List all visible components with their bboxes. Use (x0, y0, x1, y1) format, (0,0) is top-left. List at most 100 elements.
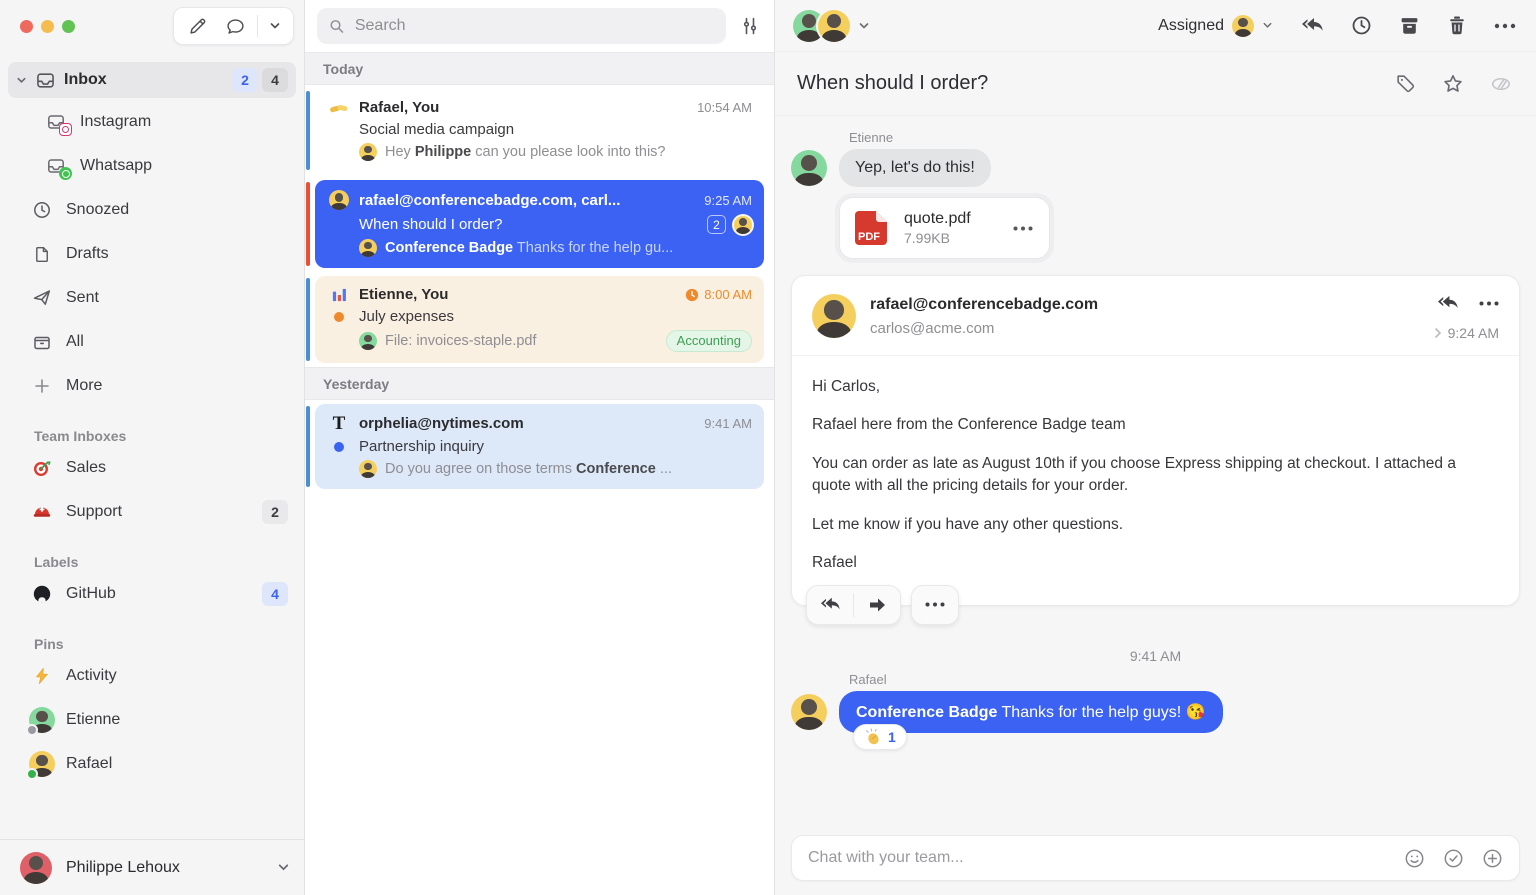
forward-button[interactable] (854, 597, 900, 613)
sidebar-item-snoozed[interactable]: Snoozed (0, 188, 304, 232)
archive-button[interactable] (1399, 15, 1420, 36)
trash-button[interactable] (1447, 15, 1467, 36)
lightning-bolt-emoji-icon (33, 667, 51, 685)
sidebar-item-activity[interactable]: Activity (0, 654, 304, 698)
email-paragraph: You can order as late as August 10th if … (812, 453, 1499, 498)
attachment-card[interactable]: PDF quote.pdf 7.99KB (839, 197, 1050, 259)
helmet-emoji-icon (32, 502, 52, 522)
list-item-social-media-campaign[interactable]: Rafael, You 10:54 AM Social media campai… (305, 85, 774, 176)
sender: Rafael, You (359, 99, 689, 116)
ellipsis-icon (1013, 226, 1033, 231)
hide-button[interactable] (1490, 73, 1512, 95)
sidebar-item-github[interactable]: GitHub 4 (0, 572, 304, 616)
label-button[interactable] (1395, 73, 1416, 94)
close-window-button[interactable] (20, 20, 33, 33)
compose-email-button[interactable] (178, 11, 216, 41)
chat-input-bar[interactable] (791, 835, 1520, 881)
reply-forward-pill (806, 585, 901, 625)
star-icon (1442, 73, 1464, 95)
sidebar-item-sales[interactable]: Sales (0, 446, 304, 490)
search-row (305, 0, 774, 52)
assigned-dropdown[interactable]: Assigned (1158, 15, 1273, 37)
instagram-logo-icon (59, 123, 72, 136)
handshake-emoji-icon (329, 100, 349, 116)
collapse-chevron-icon[interactable] (1434, 327, 1442, 339)
reply-all-button[interactable] (807, 596, 853, 614)
attachment-more-button[interactable] (1013, 226, 1033, 231)
email-body: Hi Carlos, Rafael here from the Conferen… (792, 356, 1519, 605)
new-chat-button[interactable] (216, 11, 254, 41)
sidebar-item-drafts[interactable]: Drafts (0, 232, 304, 276)
sidebar-item-label: Support (66, 503, 250, 521)
label-tag-accounting[interactable]: Accounting (666, 330, 752, 352)
participants-avatars[interactable] (793, 10, 870, 42)
search-input-container[interactable] (317, 8, 726, 44)
reply-all-icon (819, 596, 841, 614)
sidebar-item-support[interactable]: Support 2 (0, 490, 304, 534)
sliders-icon (740, 16, 760, 36)
sender: Etienne, You (359, 286, 677, 303)
snooze-button[interactable] (1351, 15, 1372, 36)
avatar-rafael (359, 460, 377, 478)
tasks-button[interactable] (1443, 848, 1464, 869)
message-timestamp: 9:41 AM (791, 648, 1520, 664)
sidebar-item-more[interactable]: More (0, 364, 304, 408)
window-titlebar (0, 0, 304, 52)
email-reply-all-button[interactable] (1436, 294, 1459, 313)
sidebar-item-rafael[interactable]: Rafael (0, 742, 304, 786)
email-more-button[interactable] (912, 602, 958, 607)
sidebar-item-sent[interactable]: Sent (0, 276, 304, 320)
add-attachment-button[interactable] (1482, 848, 1503, 869)
reply-all-button[interactable] (1300, 16, 1324, 36)
traffic-lights (20, 20, 75, 33)
emoji-button[interactable] (1404, 848, 1425, 869)
chat-input[interactable] (808, 849, 1386, 867)
email-more-pill (911, 585, 959, 625)
status-dot-away (26, 724, 38, 736)
nytimes-logo-icon: T (333, 414, 346, 433)
reply-all-icon (1436, 294, 1459, 313)
email-paragraph: Rafael (812, 552, 1499, 574)
section-title-team-inboxes: Team Inboxes (0, 428, 304, 444)
divider (257, 15, 258, 37)
time: 9:25 AM (704, 193, 752, 208)
sidebar-item-instagram[interactable]: Instagram (0, 100, 304, 144)
clock-icon (32, 200, 52, 220)
swipe-stripe (306, 278, 310, 361)
more-actions-button[interactable] (1494, 23, 1516, 29)
zoom-window-button[interactable] (62, 20, 75, 33)
sidebar-item-whatsapp[interactable]: Whatsapp (0, 144, 304, 188)
github-count-badge: 4 (262, 582, 288, 606)
sidebar-item-label: Etienne (66, 711, 288, 729)
sidebar-item-etienne[interactable]: Etienne (0, 698, 304, 742)
sidebar-item-label: Sent (66, 289, 288, 307)
preview: File: invoices-staple.pdf (385, 333, 658, 349)
filter-button[interactable] (740, 16, 760, 36)
avatar-rafael (359, 239, 377, 257)
avatar-rafael (791, 694, 827, 730)
swipe-stripe (306, 182, 310, 266)
time: 10:54 AM (697, 100, 752, 115)
list-item-partnership-inquiry[interactable]: T orphelia@nytimes.com 9:41 AM Partnersh… (305, 400, 774, 493)
search-input[interactable] (355, 17, 714, 35)
subject: July expenses (359, 308, 752, 325)
email-card: rafael@conferencebadge.com carlos@acme.c… (791, 275, 1520, 606)
email-more-button[interactable] (1479, 301, 1499, 306)
list-item-july-expenses[interactable]: Etienne, You 8:00 AM July expenses File:… (305, 272, 774, 367)
conversation-title: When should I order? (797, 72, 1395, 95)
compose-options-button[interactable] (261, 11, 289, 41)
support-count-badge: 2 (262, 500, 288, 524)
sidebar-item-all[interactable]: All (0, 320, 304, 364)
inbox-unread-badge: 2 (232, 68, 258, 92)
sidebar-item-label: Snoozed (66, 201, 288, 219)
minimize-window-button[interactable] (41, 20, 54, 33)
list-item-when-should-i-order[interactable]: rafael@conferencebadge.com, carl... 9:25… (305, 176, 774, 272)
email-header[interactable]: rafael@conferencebadge.com carlos@acme.c… (792, 276, 1519, 356)
current-user-menu[interactable]: Philippe Lehoux (0, 839, 304, 895)
star-button[interactable] (1442, 73, 1464, 95)
message-author: Rafael (849, 672, 1520, 687)
github-logo-icon (32, 584, 52, 604)
snooze-clock-icon (685, 288, 699, 302)
sidebar-item-inbox[interactable]: Inbox 2 4 (8, 62, 296, 98)
reaction-pill[interactable]: 1 (853, 724, 907, 750)
